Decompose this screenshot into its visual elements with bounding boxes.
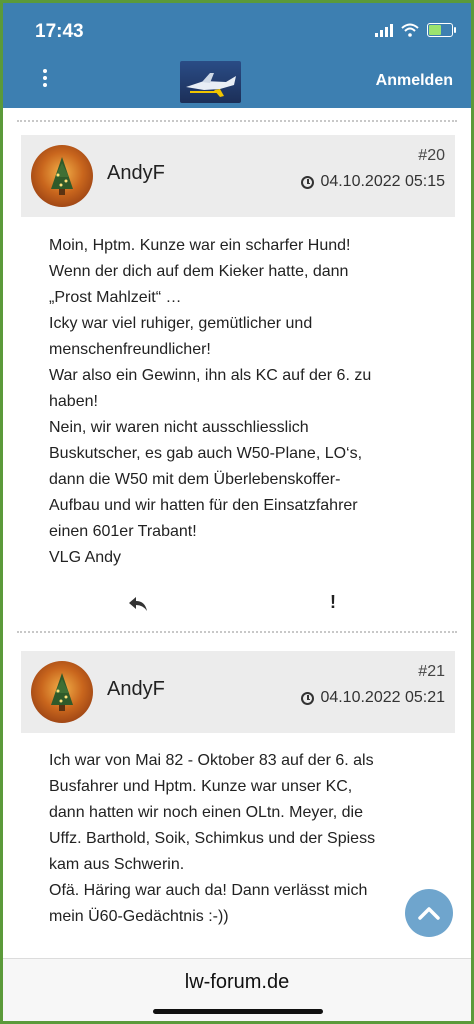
post-line: Busfahrer und Hptm. Kunze war unser KC, [49,778,353,795]
battery-icon [427,23,456,37]
post-number[interactable]: #20 [418,147,445,165]
post-line: Wenn der dich auf dem Kieker hatte, dann [49,263,349,280]
app-frame: 17:43 Anmelden AndyF #20 04.10.2022 05:1… [3,3,471,1021]
clock-icon [301,175,315,189]
login-button[interactable]: Anmelden [376,72,453,90]
top-bar: 17:43 Anmelden [3,3,471,108]
author-name[interactable]: AndyF [107,678,165,701]
post-date-text: 04.10.2022 05:21 [320,689,445,706]
status-time: 17:43 [35,21,84,42]
post-line: haben! [49,393,98,410]
post-line: dann hatten wir noch einen OLtn. Meyer, … [49,804,363,821]
scroll-to-top-button[interactable] [405,889,453,937]
post-body: Moin, Hptm. Kunze war ein scharfer Hund!… [49,233,429,571]
post-line: War also ein Gewinn, ihn als KC auf der … [49,367,372,384]
signal-icon [375,23,393,37]
wifi-icon [401,23,419,37]
divider [17,631,457,633]
site-logo[interactable] [180,61,241,103]
post-line: einen 601er Trabant! [49,523,197,540]
post-line: mein Ü60-Gedächtnis :-)) [49,908,229,925]
post-date: 04.10.2022 05:21 [301,689,445,707]
post-line: Icky war viel ruhiger, gemütlicher und [49,315,313,332]
url-label[interactable]: lw-forum.de [3,971,471,994]
status-icons [375,23,456,37]
avatar[interactable] [31,661,93,723]
browser-footer: lw-forum.de [3,958,471,1021]
post-header: AndyF #20 04.10.2022 05:15 [21,135,455,217]
post-line: Buskutscher, es gab auch W50-Plane, LO‘s… [49,445,363,462]
post-line: „Prost Mahlzeit“ … [49,289,182,306]
post-line: kam aus Schwerin. [49,856,185,873]
post-date: 04.10.2022 05:15 [301,173,445,191]
post-line: Ofä. Häring war auch da! Dann verlässt m… [49,882,368,899]
post-line: menschenfreundlicher! [49,341,211,358]
post-line: Ich war von Mai 82 - Oktober 83 auf der … [49,752,374,769]
clock-icon [301,691,315,705]
author-name[interactable]: AndyF [107,162,165,185]
home-indicator[interactable] [153,1009,323,1014]
post-line: Nein, wir waren nicht ausschliesslich [49,419,309,436]
post-line: Aufbau und wir hatten für den Einsatzfah… [49,497,358,514]
report-button[interactable]: ! [330,592,336,613]
post-line: dann die W50 mit dem Überlebenskoffer- [49,471,341,488]
reply-icon[interactable] [127,595,149,613]
divider [17,120,457,122]
post-number[interactable]: #21 [418,663,445,681]
menu-icon[interactable] [43,69,47,87]
chevron-up-icon [418,907,440,920]
post-body: Ich war von Mai 82 - Oktober 83 auf der … [49,748,429,930]
post-date-text: 04.10.2022 05:15 [320,173,445,190]
post-line: VLG Andy [49,549,122,566]
avatar[interactable] [31,145,93,207]
post-header: AndyF #21 04.10.2022 05:21 [21,651,455,733]
post-line: Moin, Hptm. Kunze war ein scharfer Hund! [49,237,351,254]
post-line: Uffz. Barthold, Soik, Schimkus und der S… [49,830,376,847]
